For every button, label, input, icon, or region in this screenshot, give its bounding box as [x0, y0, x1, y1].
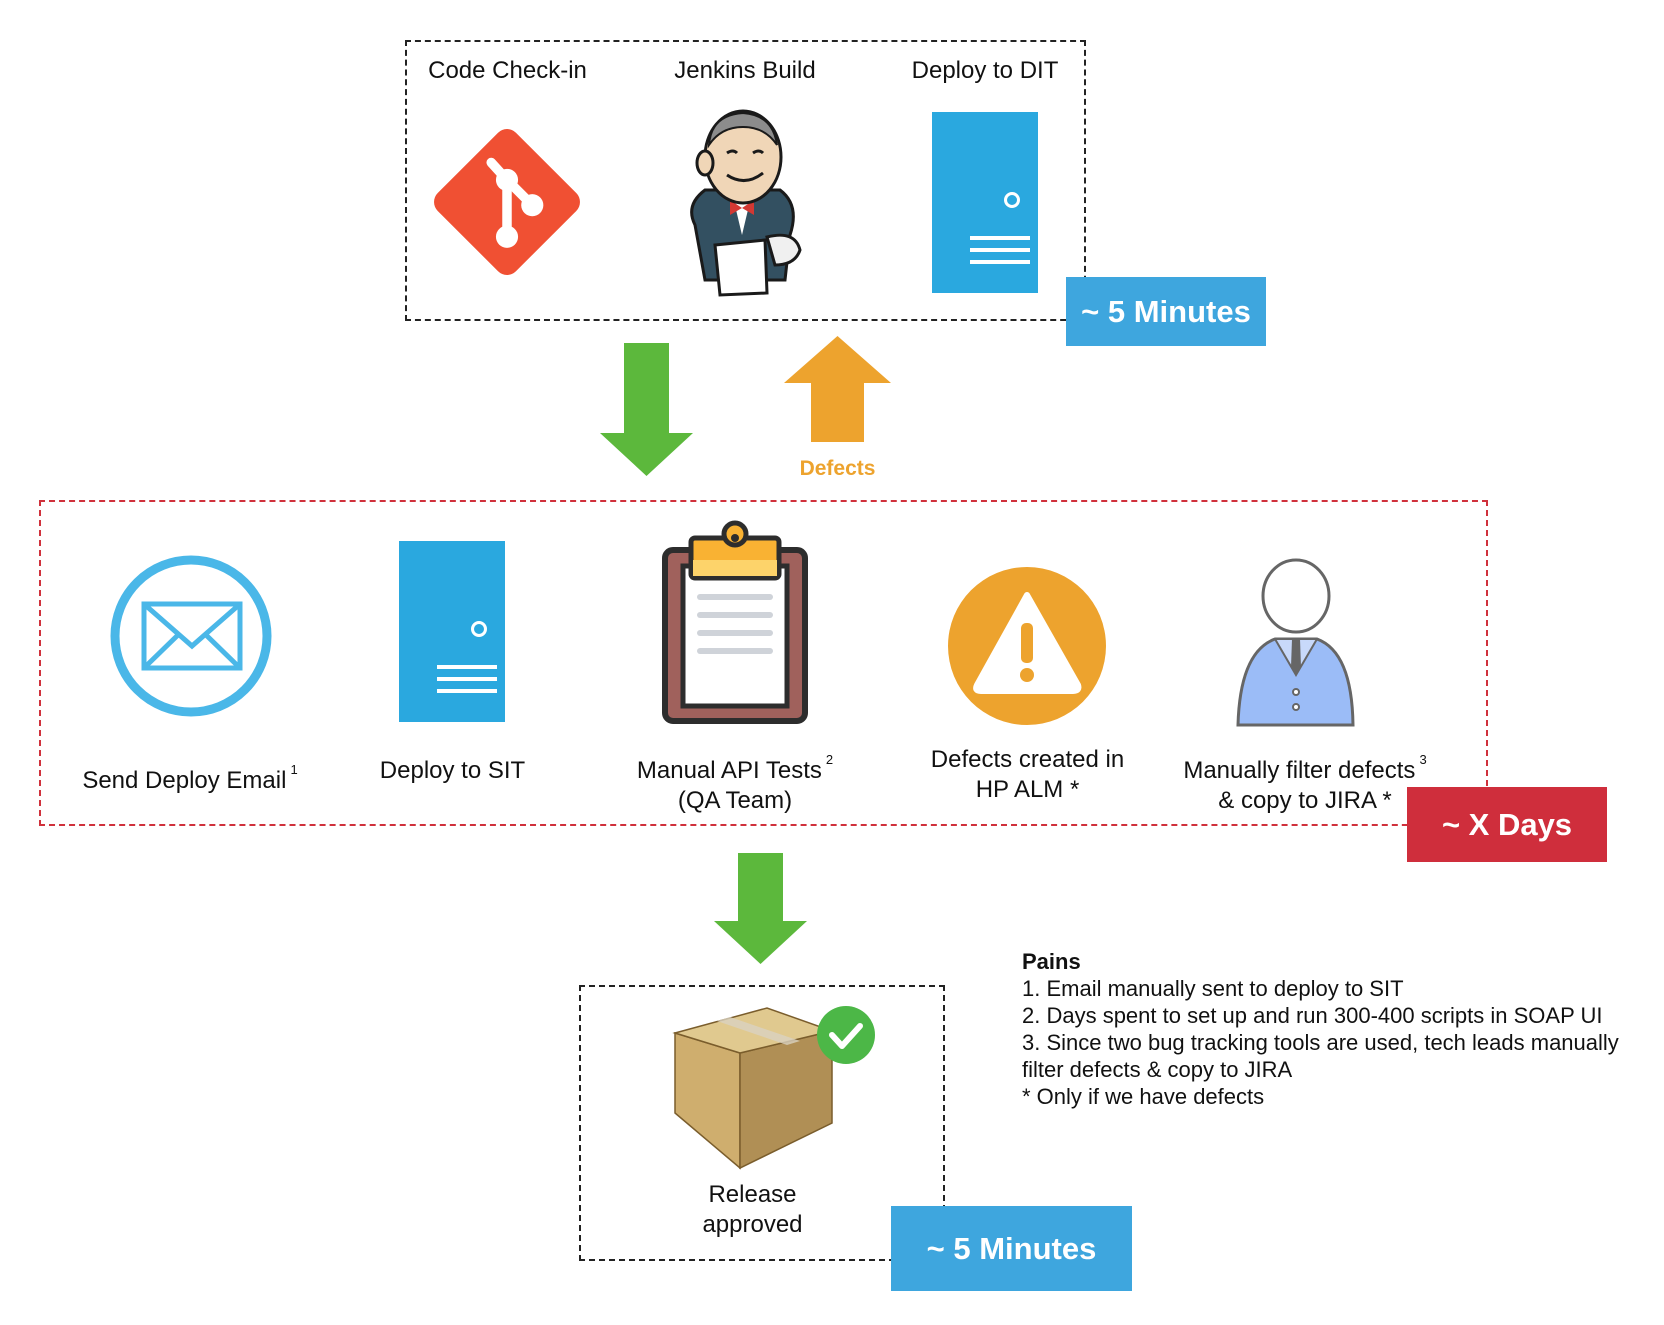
footnote-ref: 1 [290, 762, 298, 777]
pains-notes: Pains 1. Email manually sent to deploy t… [1022, 948, 1619, 1110]
step-deploy-dit-label: Deploy to DIT [911, 57, 1059, 84]
pains-line: 1. Email manually sent to deploy to SIT [1022, 976, 1404, 1001]
server-icon [399, 541, 505, 722]
step-defects-alm-label: Defects created in HP ALM * [930, 746, 1125, 803]
pains-line: filter defects & copy to JIRA [1022, 1057, 1293, 1082]
pains-line: 3. Since two bug tracking tools are used… [1022, 1030, 1619, 1055]
footnote-ref: 2 [825, 752, 834, 767]
arrow-down-icon [714, 853, 807, 964]
package-approved-icon [672, 1006, 875, 1170]
arrow-up-icon [784, 336, 891, 442]
footnote-ref: 3 [1419, 752, 1427, 767]
defects-feedback-label: Defects [799, 457, 876, 480]
release-approved-label: Release approved [702, 1181, 803, 1238]
dev-duration-badge: ~ 5 Minutes [1066, 277, 1266, 346]
sit-duration-badge: ~ X Days [1407, 787, 1607, 862]
step-deploy-sit-label: Deploy to SIT [379, 757, 526, 784]
email-icon [110, 555, 272, 717]
step-code-checkin-label: Code Check-in [428, 57, 587, 84]
person-icon [1236, 558, 1355, 727]
jenkins-icon [690, 109, 802, 297]
arrow-down-icon [600, 343, 693, 476]
server-icon [932, 112, 1038, 293]
pains-line: 2. Days spent to set up and run 300-400 … [1022, 1003, 1603, 1028]
pains-line: * Only if we have defects [1022, 1084, 1265, 1109]
warning-icon [948, 567, 1106, 725]
release-duration-badge: ~ 5 Minutes [891, 1206, 1132, 1291]
step-manual-api-tests-label: Manual API Tests 2 (QA Team) [636, 752, 834, 814]
git-icon [434, 129, 580, 275]
pains-title: Pains [1022, 949, 1081, 974]
clipboard-icon [662, 520, 808, 724]
step-send-email-label: Send Deploy Email 1 [82, 762, 298, 794]
step-jenkins-build-label: Jenkins Build [674, 57, 816, 84]
